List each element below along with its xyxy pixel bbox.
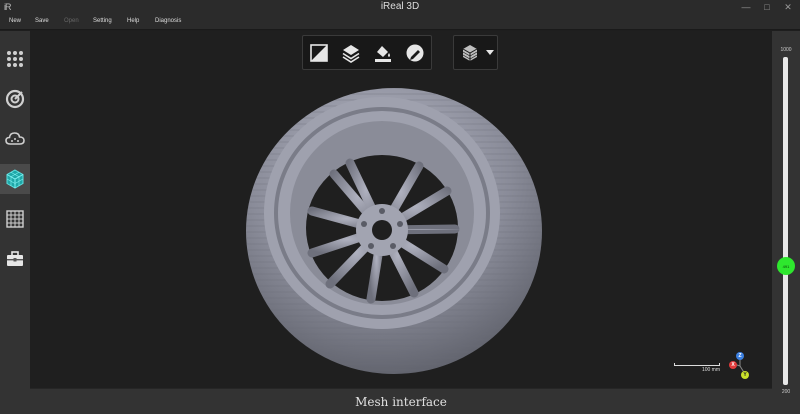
close-button[interactable]: ✕ — [781, 1, 795, 13]
axis-y-label: Y — [741, 371, 749, 379]
maximize-button[interactable]: □ — [760, 1, 774, 13]
scale-label: 100 mm — [701, 367, 720, 373]
menu-save[interactable]: Save — [35, 18, 49, 24]
sidebar-item-scan[interactable] — [0, 84, 30, 114]
status-text: Mesh interface — [355, 395, 447, 409]
grid-dots-icon — [7, 51, 23, 67]
slider-value-label: 491 — [782, 263, 790, 269]
axis-x-label: X — [729, 361, 737, 369]
fill-bucket-icon — [375, 46, 391, 62]
left-sidebar — [0, 31, 30, 414]
slider-max-label: 1000 — [780, 47, 792, 53]
sphere-edit-icon — [406, 44, 424, 62]
crop-button[interactable] — [307, 41, 331, 65]
menu-diagnosis[interactable]: Diagnosis — [155, 18, 181, 24]
window-title: iReal 3D — [380, 1, 420, 12]
cloud-icon — [5, 132, 25, 145]
mesh-cube-icon — [6, 169, 24, 189]
menu-new[interactable]: New — [9, 18, 21, 24]
sidebar-item-tools[interactable] — [0, 244, 30, 274]
title-bar: iR iReal 3D — □ ✕ — [0, 0, 800, 15]
chevron-down-icon[interactable] — [486, 50, 494, 56]
minimize-button[interactable]: — — [739, 1, 753, 13]
scale-line — [674, 363, 720, 366]
axis-z-label: Z — [736, 352, 744, 360]
view-toolbar[interactable] — [453, 35, 498, 70]
sidebar-item-point-cloud[interactable] — [0, 124, 30, 154]
menu-open[interactable]: Open — [64, 18, 79, 24]
sidebar-item-mesh[interactable] — [0, 164, 30, 194]
layers-icon — [342, 45, 360, 63]
tire-mesh-model[interactable] — [30, 31, 772, 388]
scan-target-icon — [5, 89, 25, 109]
view-mode-button[interactable] — [458, 41, 482, 65]
slider-thumb[interactable]: 491 — [777, 257, 795, 275]
viewport-3d[interactable] — [30, 31, 772, 388]
status-bar: Mesh interface — [30, 388, 772, 414]
grid-table-icon — [6, 210, 24, 228]
menu-setting[interactable]: Setting — [93, 18, 112, 24]
menu-bar: New Save Open Setting Help Diagnosis — [0, 15, 800, 30]
menu-help[interactable]: Help — [127, 18, 139, 24]
crop-icon — [310, 44, 328, 62]
layers-button[interactable] — [339, 41, 363, 65]
sidebar-item-project[interactable] — [0, 44, 30, 74]
fill-button[interactable] — [371, 41, 395, 65]
sphere-edit-button[interactable] — [403, 41, 427, 65]
cube-view-icon — [462, 45, 478, 61]
scale-bar: 100 mm — [674, 361, 720, 375]
slider-min-label: 200 — [781, 389, 791, 395]
sidebar-item-grid[interactable] — [0, 204, 30, 234]
slider-track[interactable] — [783, 57, 788, 385]
main-toolbar — [302, 35, 432, 70]
toolbox-icon — [7, 251, 23, 266]
